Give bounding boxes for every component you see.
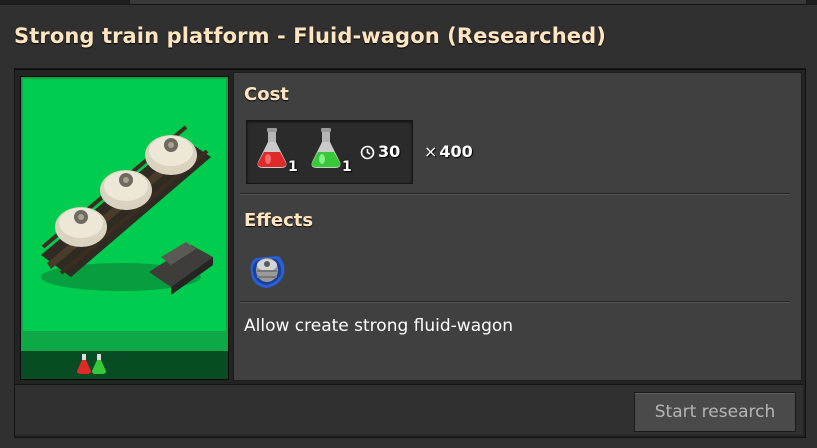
effects-heading: Effects	[244, 210, 314, 231]
multiplier-symbol: ×	[424, 142, 438, 161]
tile-band	[21, 331, 228, 351]
research-time: 30	[378, 142, 401, 161]
divider	[240, 301, 790, 303]
clock-icon	[360, 145, 375, 160]
ingredient-amount: 1	[342, 159, 352, 175]
cost-heading: Cost	[244, 84, 289, 105]
research-count: × 400	[424, 142, 473, 161]
technology-tile	[20, 76, 229, 380]
effect-description: Allow create strong fluid-wagon	[244, 316, 514, 336]
top-edge	[0, 0, 817, 5]
logistic-science-pack-icon	[92, 354, 106, 374]
automation-science-pack-icon[interactable]	[254, 126, 290, 172]
tile-footer	[21, 351, 228, 379]
divider	[240, 193, 790, 195]
multiplier-value: 400	[439, 142, 473, 161]
ingredient-amount: 1	[288, 159, 298, 175]
storage-tank-icon[interactable]	[246, 250, 288, 292]
start-research-button[interactable]: Start research	[634, 392, 796, 432]
technology-title: Strong train platform - Fluid-wagon (Res…	[14, 24, 606, 48]
automation-science-pack-icon	[77, 354, 91, 374]
logistic-science-pack-icon[interactable]	[308, 126, 344, 172]
tab-strip	[130, 0, 806, 5]
science-packs-indicator	[77, 354, 106, 374]
fluid-wagon-icon	[41, 125, 213, 295]
